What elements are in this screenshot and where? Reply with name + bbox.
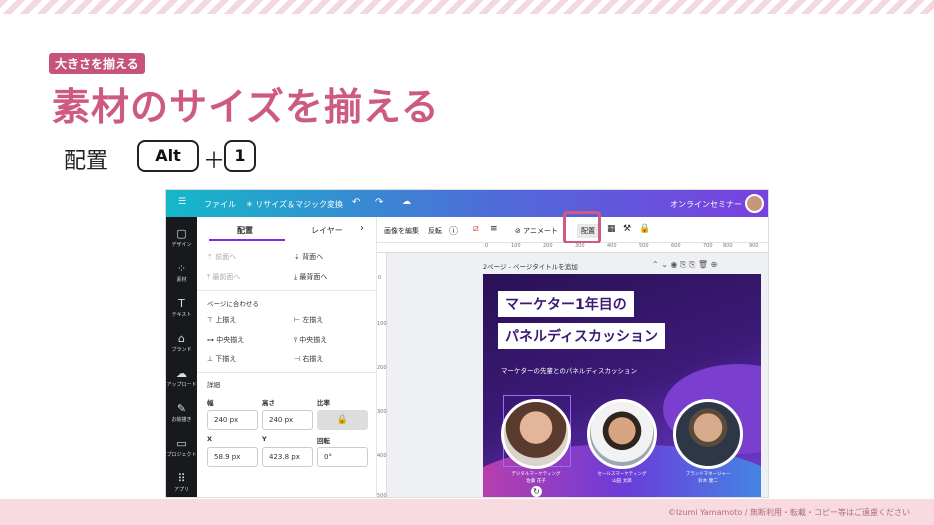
y-field[interactable]: 423.8 px [262, 447, 313, 467]
divider [197, 372, 377, 373]
section-tag: 大きさを揃える [49, 53, 145, 74]
plus-sign: ＋ [203, 149, 226, 174]
speaker-photo-2[interactable] [587, 399, 657, 469]
border-style-icon[interactable]: ≡ [490, 224, 498, 234]
sidebar-item-projects[interactable]: ▭ プロジェクト [166, 437, 197, 458]
elements-icon: ⁘ [176, 262, 187, 275]
redo-icon[interactable]: ↷ [375, 197, 383, 208]
left-sidebar: ▢ デザイン ⁘ 素材 T テキスト ⌂ ブランド ☁ アップロード ✎ お絵描き ▭ プロジ… [166, 217, 197, 497]
context-toolbar: 画像を編集 反転 ⓘ ⧄ ≡ ⊘ アニメート 配置 ▦ ⚒ 🔒 [377, 211, 768, 244]
sidebar-item-draw[interactable]: ✎ お絵描き [166, 402, 197, 423]
edit-image-button[interactable]: 画像を編集 [384, 226, 419, 236]
tab-arrange[interactable]: 配置 [237, 225, 253, 236]
speaker-photo-3[interactable] [673, 399, 743, 469]
slide-title: 素材のサイズを揃える [52, 85, 440, 129]
page-tools-icons[interactable]: ⌃ ⌄ ◉ ⎘ ⎘ 🗑 ⊕ [652, 260, 717, 270]
rotate-handle-icon[interactable]: ↻ [531, 486, 542, 497]
arrange-panel: 配置 レイヤー › ⇡ 前面へ ⇣ 背面へ ⤒ 最前面へ ⤓ 最背面へ ページに… [197, 217, 377, 497]
animate-button[interactable]: ⊘ アニメート [515, 226, 558, 236]
footer: ©Izumi Yamamoto / 無断利用・転載・コピー等はご遠慮ください [0, 499, 934, 525]
text-icon: T [178, 297, 185, 310]
lock-icon[interactable]: 🔒 [639, 224, 650, 234]
highlight-frame [563, 211, 601, 244]
align-title: ページに合わせる [207, 300, 259, 308]
tab-layer[interactable]: レイヤー [311, 225, 343, 236]
align-middle-button[interactable]: ⊶ 中央揃え [207, 335, 244, 345]
design-icon: ▢ [176, 227, 187, 240]
detail-title: 詳細 [207, 381, 220, 389]
copyright-text: ©Izumi Yamamoto / 無断利用・転載・コピー等はご遠慮ください [667, 508, 910, 517]
speaker-photo-1[interactable] [501, 399, 571, 469]
backward-button[interactable]: ⇣ 背面へ [294, 252, 323, 262]
width-label: 幅 [207, 399, 214, 407]
draw-icon: ✎ [176, 402, 187, 415]
canvas-area: 画像を編集 反転 ⓘ ⧄ ≡ ⊘ アニメート 配置 ▦ ⚒ 🔒 0 100 20… [377, 211, 768, 497]
sidebar-item-text[interactable]: T テキスト [166, 297, 197, 318]
height-field[interactable]: 240 px [262, 410, 313, 430]
info-icon[interactable]: ⓘ [449, 224, 458, 237]
sidebar-item-elements[interactable]: ⁘ 素材 [166, 262, 197, 283]
slide-heading-2[interactable]: パネルディスカッション [498, 323, 666, 349]
align-center-button[interactable]: ⫯ 中央揃え [294, 335, 327, 345]
key-1: 1 [224, 140, 256, 172]
horizontal-ruler: 0 100 200 300 400 500 600 700 800 900 [377, 243, 768, 253]
flip-button[interactable]: 反転 [428, 226, 442, 236]
align-bottom-button[interactable]: ⊥ 下揃え [207, 354, 236, 364]
speaker-caption-3[interactable]: ブランドマネージャー 鈴木 健二 [668, 471, 748, 485]
sidebar-item-design[interactable]: ▢ デザイン [166, 227, 197, 248]
avatar[interactable] [745, 194, 764, 213]
align-top-button[interactable]: ⊤ 上揃え [207, 315, 236, 325]
resize-button[interactable]: ✳ リサイズ＆マジック変換 [246, 199, 343, 210]
x-field[interactable]: 58.9 px [207, 447, 258, 467]
upload-icon: ☁ [176, 367, 187, 380]
page-title-bar[interactable]: 2ページ - ページタイトルを追加 [483, 261, 578, 271]
top-stripe [0, 0, 934, 14]
speaker-caption-2[interactable]: セールスマーケティング 山田 太郎 [582, 471, 662, 485]
align-left-button[interactable]: ⊢ 左揃え [294, 315, 323, 325]
canva-editor: ☰ ファイル ✳ リサイズ＆マジック変換 ↶ ↷ ☁ オンラインセミナー ▢ デザ… [165, 189, 769, 498]
back-button[interactable]: ⤓ 最背面へ [294, 272, 327, 282]
vertical-ruler: 0 100 200 300 400 500 [377, 253, 387, 497]
sidebar-item-upload[interactable]: ☁ アップロード [166, 367, 197, 388]
ratio-label: 比率 [317, 399, 330, 407]
align-right-button[interactable]: ⊣ 右揃え [294, 354, 323, 364]
menu-icon[interactable]: ☰ [178, 197, 186, 207]
shortcut-label: 配置 [64, 149, 109, 174]
slide-canvas[interactable]: マーケター1年目の パネルディスカッション マーケターの先輩とのパネルディスカッ… [483, 274, 761, 497]
slide-heading-1[interactable]: マーケター1年目の [498, 291, 634, 317]
width-field[interactable]: 240 px [207, 410, 258, 430]
x-label: X [207, 435, 213, 443]
key-alt: Alt [137, 140, 199, 172]
undo-icon[interactable]: ↶ [352, 197, 360, 208]
file-menu[interactable]: ファイル [204, 199, 236, 210]
forward-button[interactable]: ⇡ 前面へ [207, 252, 236, 262]
y-label: Y [262, 435, 267, 443]
apps-icon: ⠿ [177, 472, 186, 485]
sidebar-item-apps[interactable]: ⠿ アプリ [166, 472, 197, 493]
transparency-icon[interactable]: ▦ [607, 224, 616, 234]
paint-format-icon[interactable]: ⚒ [623, 224, 631, 234]
rotation-field[interactable]: 0° [317, 447, 368, 467]
brand-icon: ⌂ [178, 332, 185, 345]
height-label: 高さ [262, 399, 275, 407]
rotation-label: 回転 [317, 437, 330, 445]
top-bar: ☰ ファイル ✳ リサイズ＆マジック変換 ↶ ↷ ☁ オンラインセミナー [166, 190, 768, 217]
lock-icon[interactable]: 🔒 [317, 410, 368, 430]
slide-subtitle[interactable]: マーケターの先輩とのパネルディスカッション [501, 365, 637, 375]
speaker-caption-1[interactable]: デジタルマーケティング 佐藤 花子 [496, 471, 576, 485]
folder-icon: ▭ [176, 437, 187, 450]
front-button[interactable]: ⤒ 最前面へ [207, 272, 240, 282]
border-color-icon[interactable]: ⧄ [473, 224, 479, 234]
chevron-right-icon[interactable]: › [360, 223, 364, 234]
divider [197, 290, 377, 291]
project-name[interactable]: オンラインセミナー [670, 199, 742, 210]
cloud-save-icon[interactable]: ☁ [402, 197, 411, 207]
sidebar-item-brand[interactable]: ⌂ ブランド [166, 332, 197, 353]
tab-underline [209, 239, 285, 241]
